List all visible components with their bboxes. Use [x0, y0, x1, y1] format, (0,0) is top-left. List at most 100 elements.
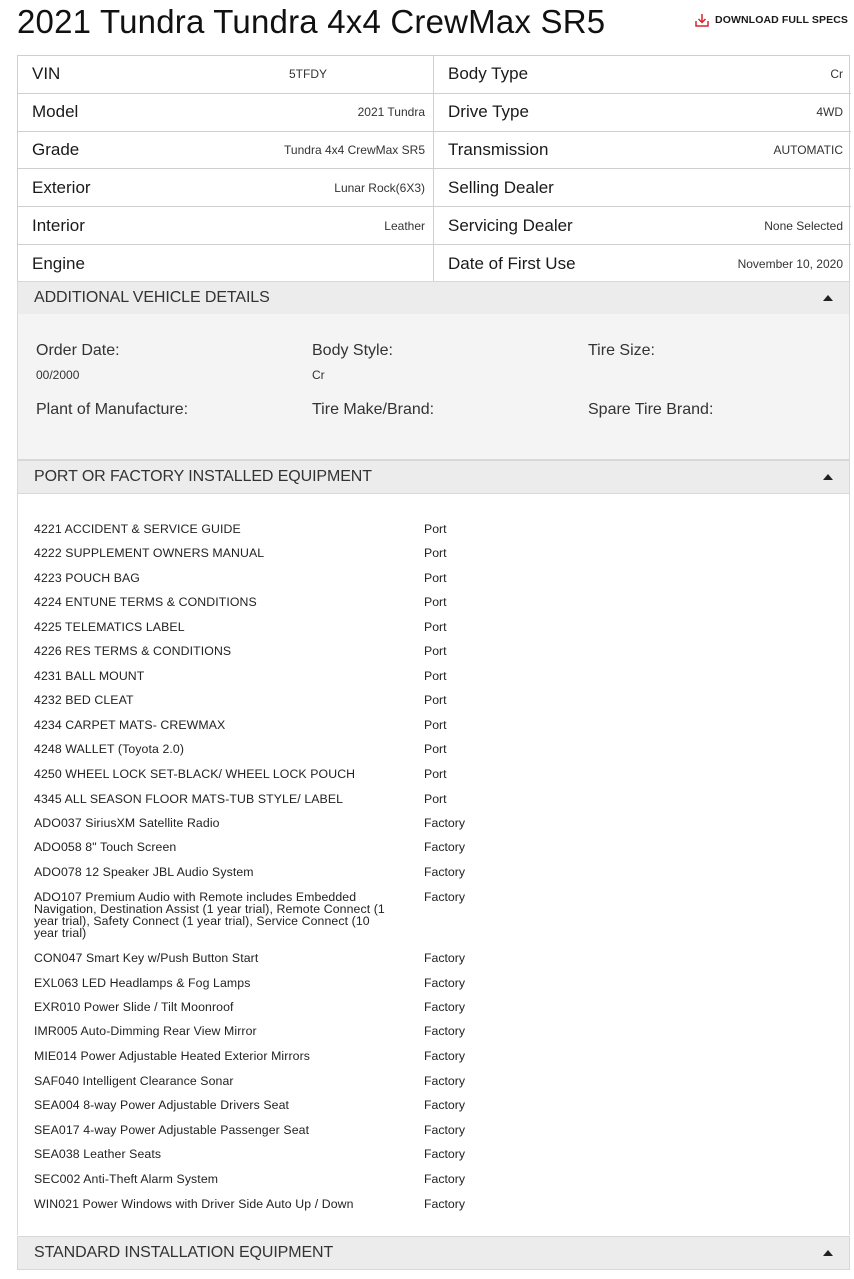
- equipment-type: Factory: [424, 1197, 465, 1211]
- equipment-type: Port: [424, 571, 447, 585]
- spec-label: Exterior: [32, 177, 91, 197]
- detail-label: Tire Make/Brand:: [312, 401, 435, 418]
- equipment-name: 4221 ACCIDENT & SERVICE GUIDE: [34, 522, 241, 536]
- spec-vin: VIN 5TFDY: [18, 56, 434, 94]
- detail-label: Body Style:: [312, 342, 393, 359]
- spec-value: Tundra 4x4 CrewMax SR5: [284, 142, 425, 157]
- download-icon: [695, 14, 709, 27]
- spec-selling-dealer: Selling Dealer: [434, 169, 851, 208]
- equipment-type: Factory: [424, 816, 465, 830]
- detail-order-date: Order Date: 00/2000: [36, 342, 120, 382]
- equipment-name: 4225 TELEMATICS LABEL: [34, 620, 185, 634]
- spec-body-type: Body Type Cr: [434, 56, 851, 94]
- spec-value: November 10, 2020: [737, 256, 843, 271]
- equipment-name: 4248 WALLET (Toyota 2.0): [34, 742, 185, 756]
- spec-transmission: Transmission AUTOMATIC: [434, 132, 851, 170]
- spec-label: VIN: [32, 64, 61, 84]
- page-title: 2021 Tundra Tundra 4x4 CrewMax SR5: [17, 3, 606, 40]
- equipment-header[interactable]: PORT OR FACTORY INSTALLED EQUIPMENT: [17, 460, 850, 494]
- equipment-name: 4250 WHEEL LOCK SET-BLACK/ WHEEL LOCK PO…: [34, 767, 356, 781]
- detail-label: Spare Tire Brand:: [588, 401, 714, 418]
- equipment-type: Factory: [424, 840, 465, 854]
- spec-label: Drive Type: [448, 102, 529, 122]
- equipment-type: Port: [424, 595, 447, 609]
- detail-spare-tire: Spare Tire Brand:: [588, 401, 713, 427]
- equipment-name: ADO078 12 Speaker JBL Audio System: [34, 865, 254, 879]
- spec-exterior: Exterior Lunar Rock(6X3): [18, 169, 434, 208]
- equipment-type: Factory: [424, 890, 465, 904]
- detail-label: Plant of Manufacture:: [36, 401, 189, 418]
- equipment-type: Factory: [424, 1024, 465, 1038]
- detail-body-style: Body Style: Cr: [312, 342, 393, 382]
- caret-up-icon[interactable]: [823, 295, 833, 301]
- equipment-type: Factory: [424, 1147, 465, 1161]
- equipment-name: 4223 POUCH BAG: [34, 571, 140, 585]
- spec-label: Transmission: [448, 139, 549, 159]
- equipment-name: EXL063 LED Headlamps & Fog Lamps: [34, 976, 251, 990]
- spec-label: Date of First Use: [448, 253, 576, 273]
- spec-drive-type: Drive Type 4WD: [434, 94, 851, 132]
- spec-first-use: Date of First Use November 10, 2020: [434, 245, 851, 283]
- equipment-name: SAF040 Intelligent Clearance Sonar: [34, 1074, 234, 1088]
- download-label: DOWNLOAD FULL SPECS: [715, 14, 848, 26]
- spec-engine: Engine: [18, 244, 434, 283]
- equipment-type: Port: [424, 644, 447, 658]
- detail-plant: Plant of Manufacture:: [36, 401, 188, 427]
- vin-value-wrap: 5TFDY: [289, 63, 425, 86]
- spec-label: Grade: [32, 139, 80, 159]
- standard-equipment-header[interactable]: STANDARD INSTALLATION EQUIPMENT: [17, 1236, 850, 1270]
- section-title: STANDARD INSTALLATION EQUIPMENT: [34, 1244, 334, 1261]
- equipment-name: ADO107 Premium Audio with Remote include…: [34, 890, 385, 940]
- equipment-type: Port: [424, 767, 447, 781]
- spec-grade: Grade Tundra 4x4 CrewMax SR5: [18, 131, 434, 170]
- caret-up-icon[interactable]: [823, 474, 833, 480]
- equipment-name: EXR010 Power Slide / Tilt Moonroof: [34, 1000, 234, 1014]
- section-title: PORT OR FACTORY INSTALLED EQUIPMENT: [34, 468, 372, 485]
- spec-label: Engine: [32, 253, 85, 273]
- equipment-list: 4221 ACCIDENT & SERVICE GUIDE Port 4222 …: [17, 494, 850, 1235]
- equipment-name: SEA017 4-way Power Adjustable Passenger …: [34, 1123, 310, 1137]
- spec-label: Servicing Dealer: [448, 215, 573, 235]
- equipment-type: Port: [424, 742, 447, 756]
- equipment-type: Port: [424, 718, 447, 732]
- download-full-specs-link[interactable]: DOWNLOAD FULL SPECS: [694, 12, 848, 28]
- spec-value: Cr: [830, 67, 843, 82]
- equipment-name: 4231 BALL MOUNT: [34, 669, 145, 683]
- spec-value: Lunar Rock(6X3): [334, 180, 425, 195]
- equipment-type: Factory: [424, 1000, 465, 1014]
- detail-value: Cr: [312, 368, 325, 382]
- equipment-type: Factory: [424, 1049, 465, 1063]
- spec-label: Selling Dealer: [448, 177, 554, 197]
- section-title: ADDITIONAL VEHICLE DETAILS: [34, 289, 270, 306]
- equipment-name: ADO058 8" Touch Screen: [34, 840, 177, 854]
- equipment-name: 4345 ALL SEASON FLOOR MATS-TUB STYLE/ LA…: [34, 792, 344, 806]
- equipment-name: SEA038 Leather Seats: [34, 1147, 162, 1161]
- equipment-name: IMR005 Auto-Dimming Rear View Mirror: [34, 1024, 257, 1038]
- equipment-type: Factory: [424, 1172, 465, 1186]
- spec-value: 2021 Tundra: [357, 105, 425, 120]
- spec-value: 4WD: [816, 105, 843, 120]
- vehicle-specs-table: VIN 5TFDY Body Type Cr Model 2021 Tundra…: [17, 55, 851, 284]
- detail-tire-make: Tire Make/Brand:: [312, 401, 434, 427]
- detail-label: Tire Size:: [588, 342, 655, 359]
- equipment-type: Factory: [424, 976, 465, 990]
- equipment-name: CON047 Smart Key w/Push Button Start: [34, 951, 259, 965]
- equipment-name: SEC002 Anti-Theft Alarm System: [34, 1172, 219, 1186]
- equipment-type: Factory: [424, 1123, 465, 1137]
- equipment-name: SEA004 8-way Power Adjustable Drivers Se…: [34, 1098, 290, 1112]
- detail-label: Order Date:: [36, 342, 120, 359]
- detail-value: 00/2000: [36, 368, 80, 382]
- spec-label: Model: [32, 102, 79, 122]
- spec-servicing-dealer: Servicing Dealer None Selected: [434, 207, 851, 245]
- equipment-name: ADO037 SiriusXM Satellite Radio: [34, 816, 220, 830]
- equipment-name: 4226 RES TERMS & CONDITIONS: [34, 644, 232, 658]
- caret-up-icon[interactable]: [823, 1250, 833, 1256]
- spec-model: Model 2021 Tundra: [18, 93, 434, 132]
- equipment-name: 4232 BED CLEAT: [34, 693, 134, 707]
- equipment-type: Port: [424, 669, 447, 683]
- additional-details-panel: Order Date: 00/2000 Body Style: Cr Tire …: [17, 314, 850, 460]
- spec-value: AUTOMATIC: [773, 142, 843, 157]
- additional-details-header[interactable]: ADDITIONAL VEHICLE DETAILS: [17, 281, 850, 315]
- equipment-type: Factory: [424, 865, 465, 879]
- equipment-name: WIN021 Power Windows with Driver Side Au…: [34, 1197, 354, 1211]
